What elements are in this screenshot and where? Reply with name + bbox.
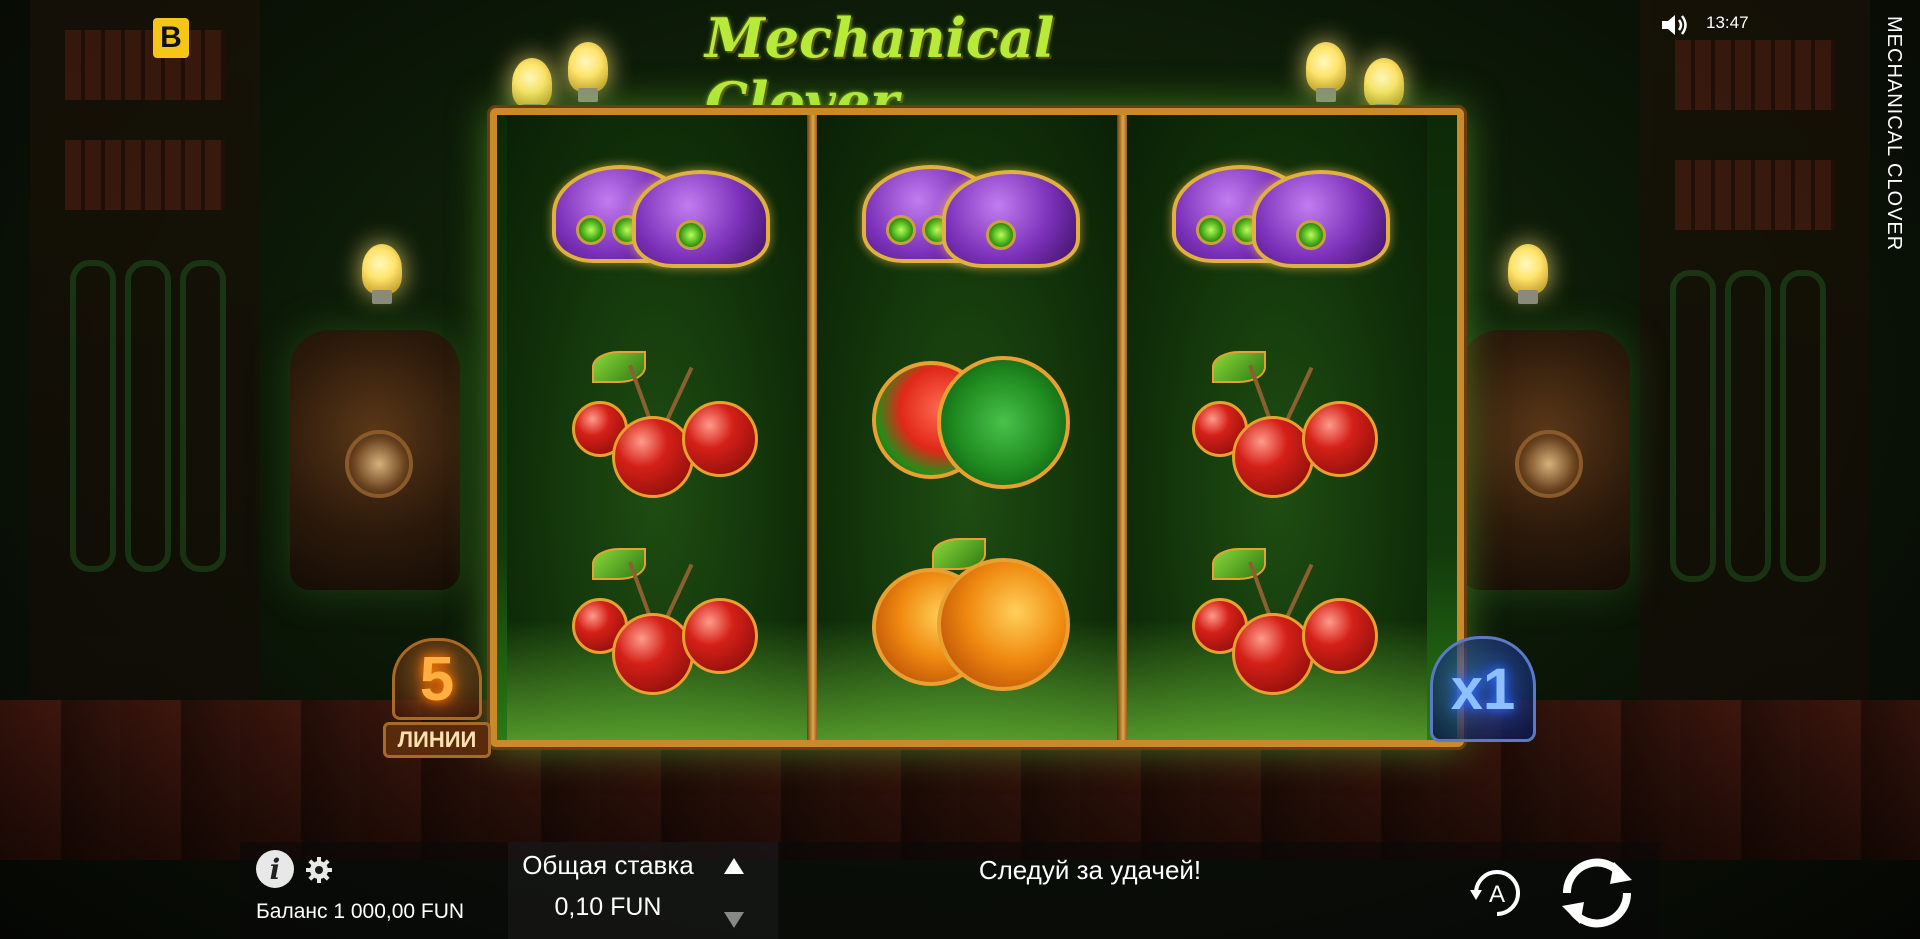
glass-tube [70, 260, 116, 572]
symbol-watermelon [817, 323, 1117, 518]
light-bulb-icon [1306, 42, 1346, 102]
book-row [1675, 40, 1835, 110]
status-message: Следуй за удачей! [978, 855, 1202, 885]
autoplay-letter: A [1489, 881, 1505, 908]
symbol-purple-hats [817, 127, 1117, 322]
glass-tube [1670, 270, 1716, 582]
info-icon[interactable]: i [256, 850, 294, 888]
lines-count: 5 [419, 644, 455, 714]
symbol-cherries [507, 520, 807, 715]
autoplay-button[interactable]: A [1466, 862, 1528, 924]
glass-tube [125, 260, 171, 572]
vertical-game-title: MECHANICAL CLOVER [1883, 16, 1905, 252]
symbol-purple-hats [1127, 127, 1427, 322]
light-bulb-icon [362, 244, 402, 304]
reels-frame [490, 108, 1464, 747]
brand-logo[interactable]: B [153, 18, 189, 58]
reel-1 [507, 115, 807, 740]
reel-2 [817, 115, 1117, 740]
game-title-logo: Mechanical Clover [705, 6, 1215, 134]
clock: 13:47 [1706, 13, 1749, 32]
lines-tube: 5 [392, 638, 482, 720]
total-bet-value: 0,10 FUN [554, 893, 662, 921]
balance-display: Баланс 1 000,00 FUN [256, 900, 465, 923]
symbol-cherries [1127, 520, 1427, 715]
gauge-icon [345, 430, 413, 498]
total-bet-label: Общая ставка [522, 850, 694, 880]
multiplier-tube: x1 [1430, 636, 1536, 742]
multiplier-indicator: x1 [1418, 636, 1548, 756]
symbol-cherries [507, 323, 807, 518]
multiplier-value: x1 [1450, 656, 1516, 722]
bet-decrease-arrow-icon[interactable] [724, 912, 744, 928]
glass-tube [1725, 270, 1771, 582]
spin-button[interactable] [1552, 848, 1642, 938]
book-row [1675, 160, 1835, 230]
light-bulb-icon [568, 42, 608, 102]
speaker-volume-icon[interactable] [1660, 12, 1690, 38]
glass-tube [1780, 270, 1826, 582]
symbol-purple-hats [507, 127, 807, 322]
light-bulb-icon [1508, 244, 1548, 304]
gauge-icon [1515, 430, 1583, 498]
right-bookshelf [1640, 0, 1870, 700]
glass-tube [180, 260, 226, 572]
light-bulb-icon [1364, 58, 1404, 118]
lines-counter: 5 ЛИНИИ [372, 638, 502, 758]
symbol-cherries [1127, 323, 1427, 518]
reel-3 [1127, 115, 1427, 740]
lines-label: ЛИНИИ [382, 722, 492, 758]
right-machine [1460, 330, 1630, 590]
left-bookshelf [30, 0, 260, 700]
symbol-oranges [817, 520, 1117, 715]
light-bulb-icon [512, 58, 552, 118]
left-machine [290, 330, 460, 590]
book-row [65, 140, 225, 210]
gear-icon[interactable] [305, 856, 333, 884]
bet-increase-arrow-icon[interactable] [724, 858, 744, 874]
book-row [65, 30, 225, 100]
